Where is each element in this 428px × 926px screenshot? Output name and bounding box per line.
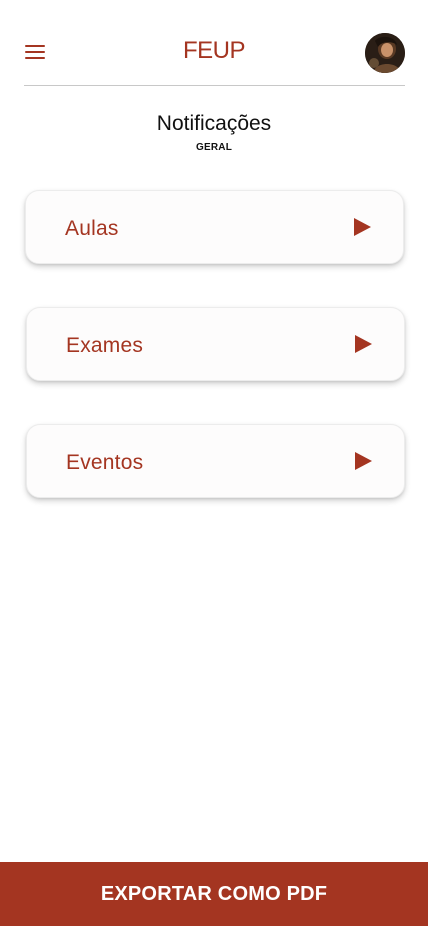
card-label: Eventos — [66, 451, 144, 474]
export-pdf-button[interactable]: EXPORTAR COMO PDF — [0, 862, 428, 926]
play-arrow-icon — [355, 335, 372, 353]
header-divider — [24, 85, 405, 86]
avatar-image — [365, 33, 405, 73]
user-avatar[interactable] — [365, 33, 405, 73]
notifications-screen: FEUP Notificações GERAL Aulas Exames Eve… — [0, 0, 428, 926]
card-aulas[interactable]: Aulas — [25, 190, 404, 264]
card-label: Exames — [66, 334, 144, 357]
card-label: Aulas — [65, 217, 119, 240]
page-subtitle: GERAL — [196, 142, 232, 153]
page-title: Notificações — [156, 112, 272, 135]
app-header: FEUP — [0, 0, 428, 86]
brand-title: FEUP — [182, 37, 246, 64]
play-arrow-icon — [354, 218, 371, 236]
card-eventos[interactable]: Eventos — [26, 424, 405, 498]
card-exames[interactable]: Exames — [26, 307, 405, 381]
play-arrow-icon — [355, 452, 372, 470]
